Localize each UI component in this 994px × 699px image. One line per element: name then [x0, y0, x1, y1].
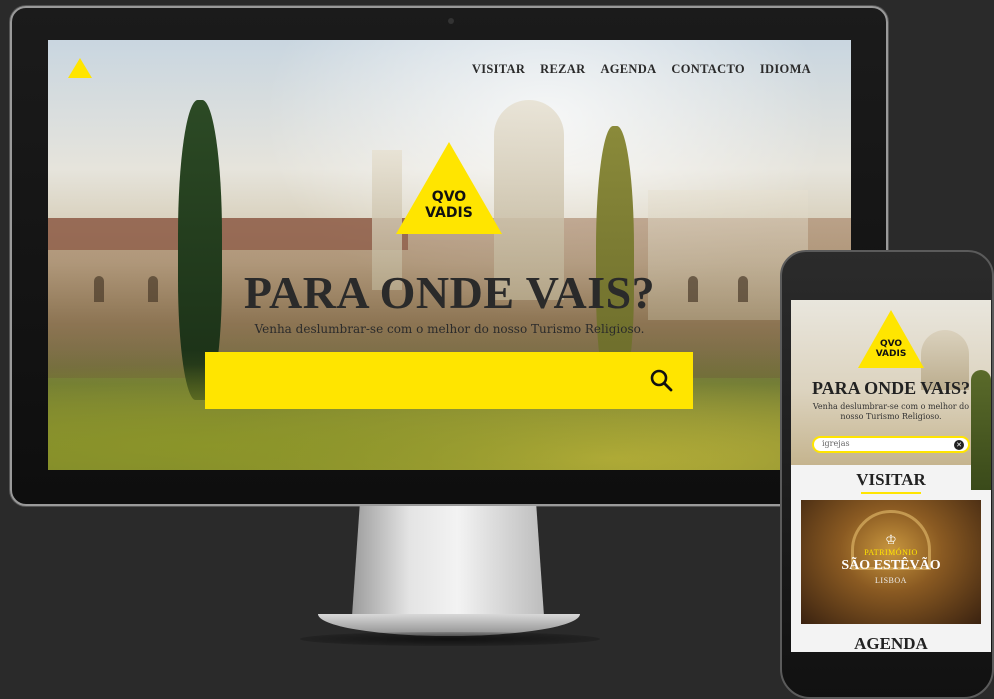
card-title: SÃO ESTÊVÃO [841, 558, 941, 573]
nav-item-rezar[interactable]: REZAR [540, 62, 585, 77]
mobile-hero: QVO VADIS PARA ONDE VAIS? Venha deslumbr… [791, 300, 991, 490]
section-underline [861, 492, 921, 494]
desktop-monitor: VISITAR REZAR AGENDA CONTACTO IDIOMA QVO… [10, 6, 888, 506]
card-place: LISBOA [875, 576, 907, 585]
crown-icon: ♔ [885, 532, 897, 547]
nav-item-agenda[interactable]: AGENDA [600, 62, 656, 77]
search-input-value: igrejas [822, 439, 850, 448]
mobile-heading: PARA ONDE VAIS? [811, 378, 971, 398]
section-title-agenda: AGENDA [854, 634, 928, 652]
desktop-screen: VISITAR REZAR AGENDA CONTACTO IDIOMA QVO… [48, 40, 851, 470]
mobile-screen: QVO VADIS PARA ONDE VAIS? Venha deslumbr… [791, 300, 991, 652]
logo-line-2: VADIS [875, 349, 907, 359]
search-bar[interactable] [205, 352, 693, 409]
mobile-logo[interactable]: QVO VADIS [858, 310, 924, 368]
search-icon[interactable] [649, 368, 673, 392]
mobile-subtitle: Venha deslumbrar-se com o melhor do noss… [812, 402, 970, 421]
mobile-search-input[interactable]: igrejas ✕ [812, 436, 970, 453]
main-nav: VISITAR REZAR AGENDA CONTACTO IDIOMA [472, 62, 811, 77]
nav-item-idioma[interactable]: IDIOMA [760, 62, 811, 77]
hero-heading: PARA ONDE VAIS? [243, 267, 656, 318]
logo-line-2: VADIS [425, 205, 473, 221]
mobile-phone: QVO VADIS PARA ONDE VAIS? Venha deslumbr… [780, 250, 994, 699]
building-roof [48, 218, 408, 250]
hero-subtitle: Venha deslumbrar-se com o melhor do noss… [254, 322, 645, 336]
monitor-stand-neck [352, 506, 544, 616]
section-title-visitar: VISITAR [856, 470, 926, 489]
stand-shadow [300, 632, 600, 646]
logo-line-1: QVO [879, 339, 903, 349]
triangle-logo-icon[interactable] [68, 58, 92, 78]
camera [448, 18, 454, 24]
card-tag: PATRIMÓNIO [864, 548, 918, 557]
nav-item-contacto[interactable]: CONTACTO [671, 62, 744, 77]
heritage-card[interactable]: ♔ PATRIMÓNIO SÃO ESTÊVÃO LISBOA [801, 500, 981, 624]
nav-item-visitar[interactable]: VISITAR [472, 62, 525, 77]
clear-icon[interactable]: ✕ [954, 440, 964, 450]
logo-line-1: QVO [431, 189, 467, 205]
center-logo: QVO VADIS [396, 142, 502, 234]
